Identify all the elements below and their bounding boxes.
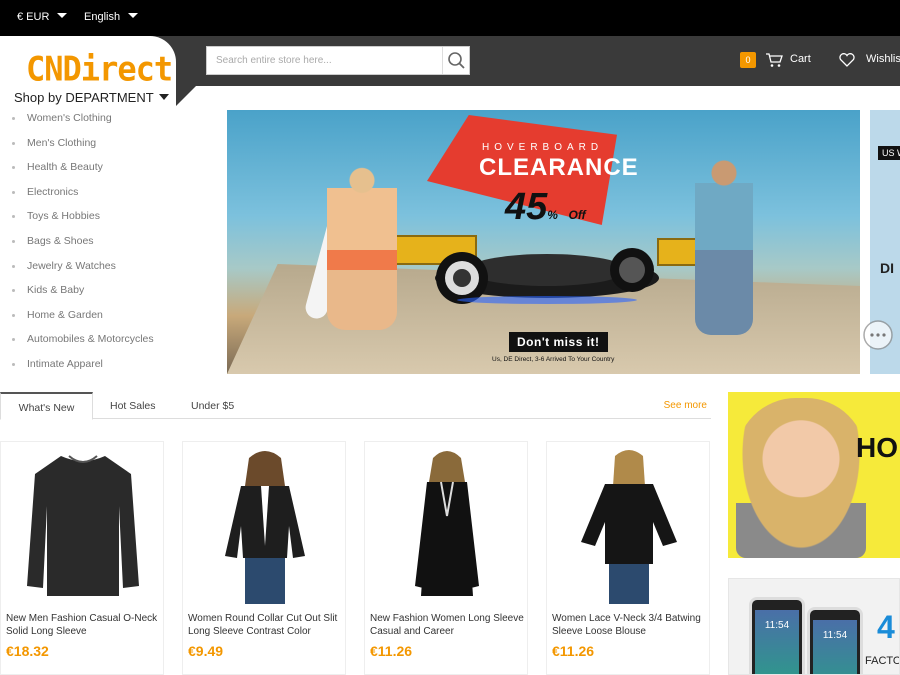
model-image (695, 155, 753, 335)
category-item[interactable]: Kids & Baby (12, 284, 154, 309)
tab-hot-sales[interactable]: Hot Sales (110, 392, 156, 419)
promo-banner-factory[interactable]: 11:54 11:54 4 FACTO (728, 578, 900, 675)
banner-cta[interactable]: Don't miss it! (509, 332, 608, 352)
promo-factory-number: 4 (877, 609, 895, 645)
search-input[interactable] (207, 47, 443, 74)
banner-note: Us, DE Direct, 3-6 Arrived To Your Count… (492, 356, 615, 363)
department-menu[interactable]: Shop by DEPARTMENT (14, 90, 169, 105)
category-item[interactable]: Automobiles & Motorcycles (12, 333, 154, 358)
category-item[interactable]: Women's Clothing (12, 112, 154, 137)
phone-image: 11:54 (749, 597, 805, 674)
product-price: €11.26 (552, 643, 595, 659)
category-item[interactable]: Home & Garden (12, 309, 154, 334)
product-image[interactable] (19, 446, 147, 604)
hoverboard-image (435, 248, 659, 304)
currency-selector[interactable]: € EUR (17, 11, 68, 23)
phone-image: 11:54 (807, 607, 863, 674)
banner-headline: CLEARANCE (479, 154, 639, 181)
discount-value: 45 (505, 186, 548, 228)
logo-tab-corner (176, 86, 196, 106)
category-item[interactable]: Men's Clothing (12, 137, 154, 162)
tab-whats-new[interactable]: What's New (0, 392, 93, 420)
product-grid: New Men Fashion Casual O-Neck Solid Long… (0, 441, 712, 675)
category-list: Women's Clothing Men's Clothing Health &… (12, 112, 154, 383)
promo-factory-text: FACTO (865, 655, 900, 667)
caret-down-icon (57, 13, 68, 18)
caret-down-icon (158, 94, 169, 100)
department-label: Shop by DEPARTMENT (14, 90, 154, 105)
category-item[interactable]: Jewelry & Watches (12, 260, 154, 285)
product-card[interactable]: New Men Fashion Casual O-Neck Solid Long… (0, 441, 164, 675)
product-name[interactable]: New Men Fashion Casual O-Neck Solid Long… (6, 612, 161, 638)
promo-banner-hot[interactable]: HO (728, 392, 900, 558)
product-name[interactable]: New Fashion Women Long Sleeve Casual and… (370, 612, 525, 638)
cart-icon[interactable] (765, 52, 783, 68)
product-image[interactable] (565, 446, 693, 604)
product-price: €9.49 (188, 643, 224, 659)
currency-label: € EUR (17, 11, 50, 23)
product-tabs: What's New Hot Sales Under $5 See more (0, 392, 711, 420)
see-more-link[interactable]: See more (664, 400, 707, 411)
next-slide-text: DI (880, 260, 894, 276)
category-item[interactable]: Toys & Hobbies (12, 210, 154, 235)
category-item[interactable]: Intimate Apparel (12, 358, 154, 383)
category-item[interactable]: Bags & Shoes (12, 235, 154, 260)
phone-screen-time: 11:54 (813, 620, 857, 674)
product-image[interactable] (383, 446, 511, 604)
caret-down-icon (128, 13, 139, 18)
top-bar: € EUR English (0, 0, 900, 36)
banner-kicker: HOVERBOARD (482, 142, 604, 153)
product-price: €11.26 (370, 643, 413, 659)
product-image[interactable] (201, 446, 329, 604)
chat-icon[interactable] (858, 318, 898, 352)
promo-hot-text: HO (856, 432, 898, 463)
promo-model-image (736, 398, 866, 558)
product-name[interactable]: Women Lace V-Neck 3/4 Batwing Sleeve Loo… (552, 612, 707, 638)
banner-discount: 45% Off (505, 186, 586, 229)
discount-suffix: % (547, 208, 558, 222)
model-image (327, 160, 397, 330)
product-name[interactable]: Women Round Collar Cut Out Slit Long Sle… (188, 612, 343, 638)
hero-banner[interactable]: HOVERBOARD CLEARANCE 45% Off Don't miss … (227, 110, 860, 374)
phone-screen-time: 11:54 (755, 610, 799, 674)
wishlist-link[interactable]: Wishlis (866, 53, 900, 65)
tab-under-5[interactable]: Under $5 (191, 392, 234, 419)
site-logo[interactable]: CNDirect (26, 49, 173, 89)
search-button[interactable] (442, 47, 469, 74)
search-icon (448, 52, 465, 69)
cart-count-badge: 0 (740, 52, 756, 68)
discount-off: Off (568, 208, 586, 222)
product-card[interactable]: Women Round Collar Cut Out Slit Long Sle… (182, 441, 346, 675)
language-selector[interactable]: English (84, 11, 139, 23)
language-label: English (84, 11, 121, 23)
product-price: €18.32 (6, 643, 49, 659)
heart-icon[interactable] (838, 52, 856, 68)
product-card[interactable]: New Fashion Women Long Sleeve Casual and… (364, 441, 528, 675)
product-card[interactable]: Women Lace V-Neck 3/4 Batwing Sleeve Loo… (546, 441, 710, 675)
search-box (206, 46, 470, 75)
category-item[interactable]: Electronics (12, 186, 154, 211)
category-item[interactable]: Health & Beauty (12, 161, 154, 186)
cart-link[interactable]: Cart (790, 53, 811, 65)
next-slide-badge: US W (878, 146, 900, 160)
